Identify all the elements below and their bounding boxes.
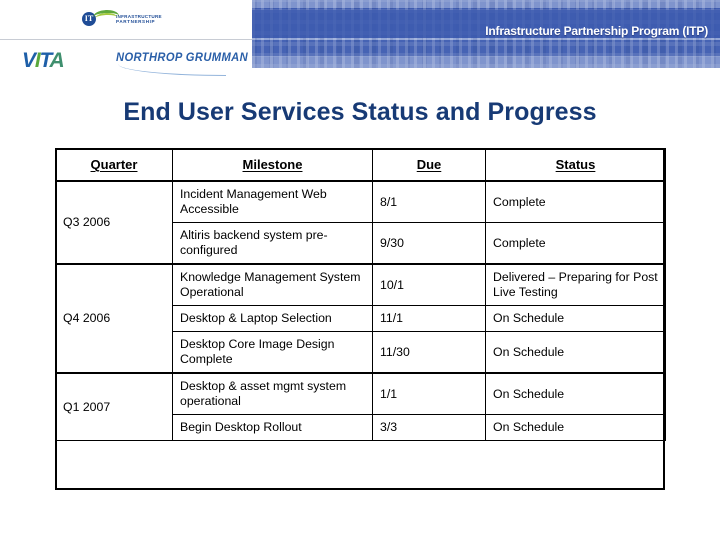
column-header-quarter: Quarter	[55, 148, 173, 182]
quarter-cell: Q3 2006	[55, 180, 173, 265]
milestone-cell: Begin Desktop Rollout	[172, 414, 373, 441]
milestone-cell: Incident Management Web Accessible	[172, 180, 373, 223]
status-cell: Complete	[485, 180, 666, 223]
status-table: Quarter Milestone Due Status Q3 2006 Inci…	[55, 148, 666, 441]
ip-wordmark-line2: PARTNERSHIP	[116, 18, 156, 24]
table-head: Quarter Milestone Due Status	[55, 148, 666, 182]
column-header-milestone: Milestone	[172, 148, 373, 182]
quarter-cell: Q1 2007	[55, 372, 173, 441]
table-row: Q3 2006 Incident Management Web Accessibl…	[55, 180, 666, 265]
status-cell: On Schedule	[485, 331, 666, 374]
vita-logo: VITA	[22, 49, 65, 72]
column-header-due: Due	[372, 148, 486, 182]
status-table-container: Quarter Milestone Due Status Q3 2006 Inci…	[55, 148, 666, 441]
column-header-quarter-label: Quarter	[90, 157, 138, 172]
northrop-grumman-swoosh-icon	[118, 64, 226, 76]
header-blue-banner: Infrastructure Partnership Program (ITP)	[252, 0, 720, 68]
column-header-milestone-label: Milestone	[242, 157, 303, 172]
program-title: Infrastructure Partnership Program (ITP)	[485, 24, 708, 38]
table-row: Q1 2007 Desktop & asset mgmt system opera…	[55, 372, 666, 441]
due-cell: 3/3	[372, 414, 486, 441]
milestone-cell: Desktop & Laptop Selection	[172, 305, 373, 332]
table-header-row: Quarter Milestone Due Status	[55, 148, 666, 182]
milestone-cell: Desktop & asset mgmt system operational	[172, 372, 373, 415]
slide-header: Infrastructure Partnership Program (ITP)…	[0, 0, 720, 76]
status-cell: On Schedule	[485, 372, 666, 415]
header-divider-rule	[0, 39, 252, 40]
ip-logo-wordmark: INFRASTRUCTURE PARTNERSHIP	[116, 14, 162, 24]
column-header-due-label: Due	[416, 157, 442, 172]
status-cell: On Schedule	[485, 414, 666, 441]
status-cell: On Schedule	[485, 305, 666, 332]
page-title: End User Services Status and Progress	[123, 98, 597, 126]
ip-wordmark-line1: INFRASTRUCTURE	[116, 13, 162, 19]
due-cell: 1/1	[372, 372, 486, 415]
table-row: Q4 2006 Knowledge Management System Opera…	[55, 263, 666, 374]
infrastructure-partnership-logo: IT INFRASTRUCTURE PARTNERSHIP	[82, 9, 162, 27]
column-header-status: Status	[485, 148, 666, 182]
due-cell: 9/30	[372, 222, 486, 265]
ip-logo-icon: IT	[82, 9, 120, 27]
vita-letter-t: T	[39, 49, 50, 72]
due-cell: 8/1	[372, 180, 486, 223]
header-left-panel: IT INFRASTRUCTURE PARTNERSHIP VITA NORTH…	[0, 0, 252, 76]
milestone-cell: Altiris backend system pre-configured	[172, 222, 373, 265]
status-cell: Delivered – Preparing for Post Live Test…	[485, 263, 666, 306]
slide-canvas: Infrastructure Partnership Program (ITP)…	[0, 0, 720, 540]
due-cell: 11/1	[372, 305, 486, 332]
ip-lightgreen-swoosh-icon	[94, 12, 118, 20]
status-cell: Complete	[485, 222, 666, 265]
column-header-status-label: Status	[555, 157, 596, 172]
table-body: Q3 2006 Incident Management Web Accessibl…	[55, 180, 666, 441]
northrop-grumman-wordmark: NORTHROP GRUMMAN	[116, 52, 249, 64]
due-cell: 10/1	[372, 263, 486, 306]
northrop-grumman-logo: NORTHROP GRUMMAN	[116, 52, 249, 76]
vita-letter-v: V	[22, 49, 36, 72]
milestone-cell: Knowledge Management System Operational	[172, 263, 373, 306]
quarter-cell: Q4 2006	[55, 263, 173, 374]
milestone-cell: Desktop Core Image Design Complete	[172, 331, 373, 374]
vita-letter-a: A	[49, 49, 65, 72]
due-cell: 11/30	[372, 331, 486, 374]
